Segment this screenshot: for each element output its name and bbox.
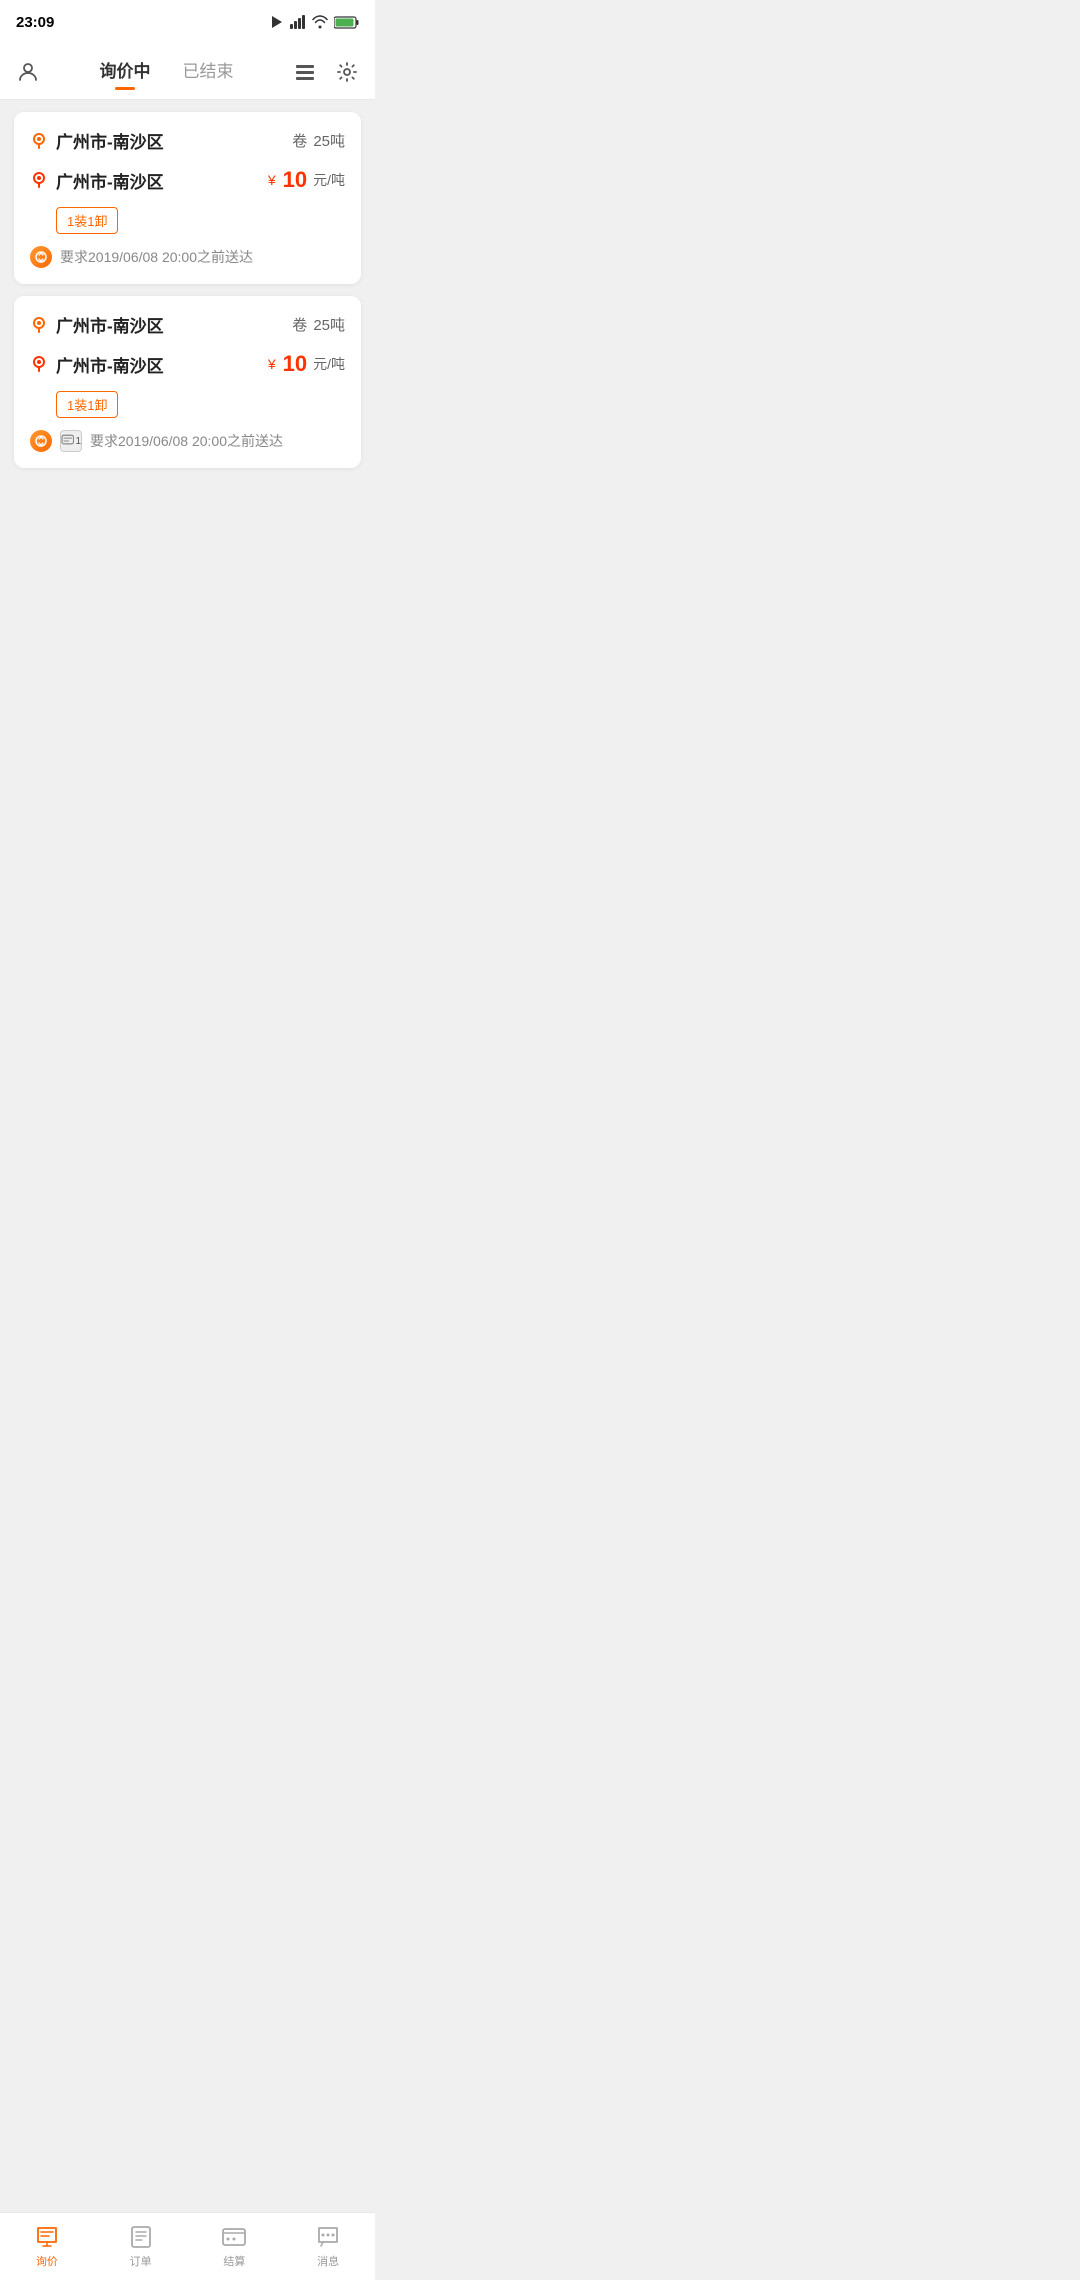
battery-icon bbox=[334, 16, 359, 29]
bottom-nav-settlement[interactable]: 结算 bbox=[188, 2224, 282, 2269]
signal-icon bbox=[290, 15, 306, 29]
tab-ended[interactable]: 已结束 bbox=[183, 57, 234, 86]
card-1-price-amount: 10 bbox=[283, 167, 307, 193]
bottom-nav: 询价 订单 结算 bbox=[0, 2212, 375, 2280]
status-icons bbox=[270, 15, 359, 29]
nav-tabs: 询价中 已结束 bbox=[44, 57, 289, 86]
card-2-footer: 1 要求2019/06/08 20:00之前送达 bbox=[30, 430, 345, 452]
bottom-nav-settlement-label: 结算 bbox=[223, 2253, 245, 2269]
card-1-meta-key: 卷 bbox=[292, 130, 307, 151]
settlement-nav-icon bbox=[221, 2224, 247, 2250]
nav-right-buttons bbox=[289, 56, 363, 88]
card-2-price-prefix: ¥ bbox=[268, 356, 276, 372]
dispatch-icon bbox=[30, 246, 52, 268]
card-1-price-unit: 元/吨 bbox=[313, 170, 345, 190]
card-1-from-city: 广州市-南沙区 bbox=[56, 128, 164, 153]
inquiry-card-2[interactable]: 广州市-南沙区 卷 25吨 广州市-南沙区 ¥ 10 元/吨 bbox=[14, 296, 361, 468]
card-1-footer: 要求2019/06/08 20:00之前送达 bbox=[30, 246, 345, 268]
card-1-price: ¥ 10 元/吨 bbox=[268, 167, 345, 193]
bottom-nav-orders[interactable]: 订单 bbox=[94, 2224, 188, 2269]
location-pin-icon bbox=[30, 132, 48, 150]
card-2-price-amount: 10 bbox=[283, 351, 307, 377]
user-profile-icon[interactable] bbox=[12, 56, 44, 88]
location-pin-icon-2 bbox=[30, 316, 48, 334]
tab-inquiry[interactable]: 询价中 bbox=[100, 57, 151, 86]
wifi-icon bbox=[312, 15, 328, 29]
card-1-price-prefix: ¥ bbox=[268, 172, 276, 188]
status-bar: 23:09 bbox=[0, 0, 375, 44]
bottom-nav-inquiry-label: 询价 bbox=[36, 2253, 58, 2269]
card-1-tag-row: 1装1卸 bbox=[56, 207, 345, 234]
card-2-from-city: 广州市-南沙区 bbox=[56, 312, 164, 337]
settings-icon-button[interactable] bbox=[331, 56, 363, 88]
card-1-to-location: 广州市-南沙区 bbox=[30, 168, 164, 193]
card-2-meta-key: 卷 bbox=[292, 314, 307, 335]
layers-icon-button[interactable] bbox=[289, 56, 321, 88]
inquiry-nav-icon bbox=[34, 2224, 60, 2250]
top-nav: 询价中 已结束 bbox=[0, 44, 375, 100]
card-1-deadline: 要求2019/06/08 20:00之前送达 bbox=[60, 247, 253, 267]
card-2-to-location: 广州市-南沙区 bbox=[30, 352, 164, 377]
badge-count: 1 bbox=[75, 436, 81, 447]
card-1-from-location: 广州市-南沙区 bbox=[30, 128, 164, 153]
card-2-to-row: 广州市-南沙区 ¥ 10 元/吨 bbox=[30, 351, 345, 377]
card-1-tag: 1装1卸 bbox=[56, 207, 118, 234]
bottom-nav-messages[interactable]: 消息 bbox=[281, 2224, 375, 2269]
card-2-from-row: 广州市-南沙区 卷 25吨 bbox=[30, 312, 345, 337]
bottom-nav-inquiry[interactable]: 询价 bbox=[0, 2224, 94, 2269]
response-count-badge: 1 bbox=[60, 430, 82, 452]
orders-nav-icon bbox=[128, 2224, 154, 2250]
card-1-from-meta: 卷 25吨 bbox=[292, 130, 345, 151]
status-time: 23:09 bbox=[16, 14, 54, 31]
destination-pin-icon-2 bbox=[30, 355, 48, 373]
card-1-meta-value: 25吨 bbox=[313, 130, 345, 151]
card-2-price-unit: 元/吨 bbox=[313, 354, 345, 374]
card-1-from-row: 广州市-南沙区 卷 25吨 bbox=[30, 128, 345, 153]
dispatch-icon-2 bbox=[30, 430, 52, 452]
main-content: 广州市-南沙区 卷 25吨 广州市-南沙区 ¥ 10 元/吨 bbox=[0, 100, 375, 480]
card-2-deadline: 要求2019/06/08 20:00之前送达 bbox=[90, 431, 283, 451]
play-icon bbox=[270, 15, 284, 29]
card-2-tag: 1装1卸 bbox=[56, 391, 118, 418]
bottom-nav-orders-label: 订单 bbox=[130, 2253, 152, 2269]
messages-nav-icon bbox=[315, 2224, 341, 2250]
card-2-meta-value: 25吨 bbox=[313, 314, 345, 335]
card-1-to-row: 广州市-南沙区 ¥ 10 元/吨 bbox=[30, 167, 345, 193]
card-1-to-city: 广州市-南沙区 bbox=[56, 168, 164, 193]
bottom-nav-messages-label: 消息 bbox=[317, 2253, 339, 2269]
card-2-price: ¥ 10 元/吨 bbox=[268, 351, 345, 377]
destination-pin-icon bbox=[30, 171, 48, 189]
inquiry-card-1[interactable]: 广州市-南沙区 卷 25吨 广州市-南沙区 ¥ 10 元/吨 bbox=[14, 112, 361, 284]
card-2-to-city: 广州市-南沙区 bbox=[56, 352, 164, 377]
card-2-from-location: 广州市-南沙区 bbox=[30, 312, 164, 337]
card-2-tag-row: 1装1卸 bbox=[56, 391, 345, 418]
card-2-from-meta: 卷 25吨 bbox=[292, 314, 345, 335]
